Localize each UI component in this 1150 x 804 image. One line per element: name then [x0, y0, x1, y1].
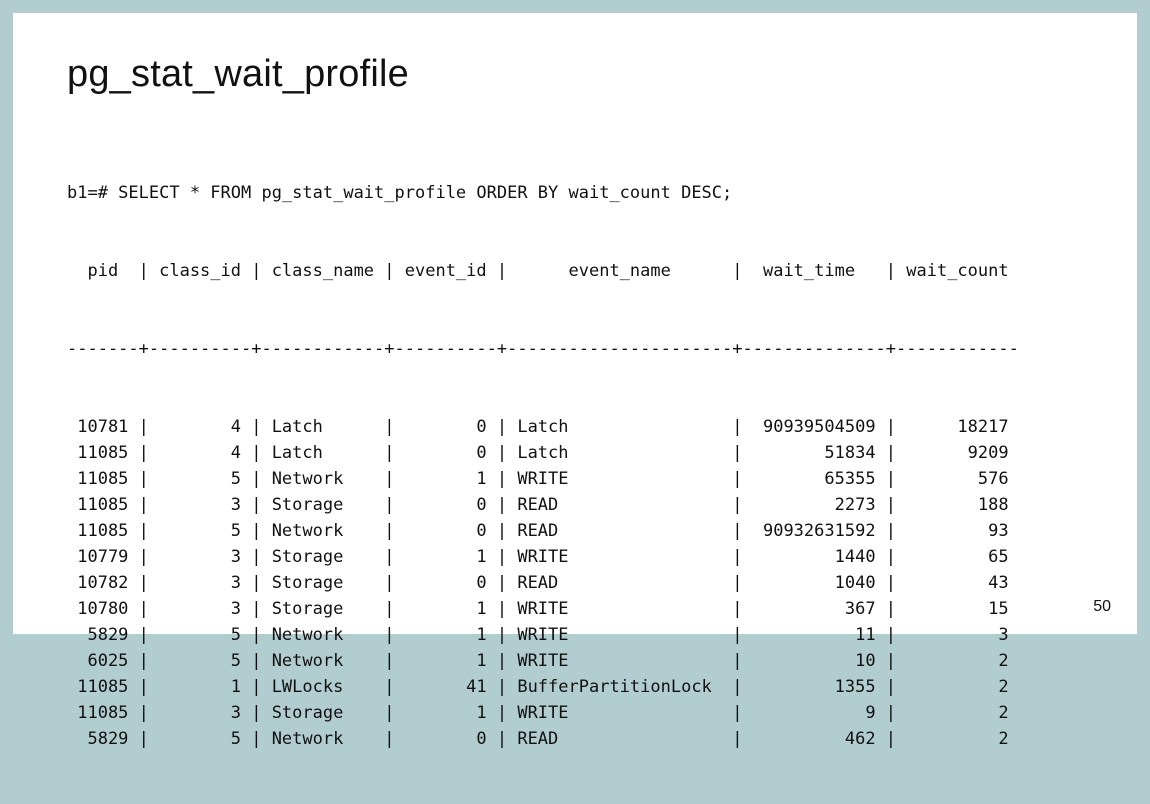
- table-row: 11085 | 1 | LWLocks | 41 | BufferPartiti…: [67, 674, 1083, 700]
- page-number: 50: [1093, 598, 1111, 616]
- sql-query-line: b1=# SELECT * FROM pg_stat_wait_profile …: [67, 180, 1083, 206]
- table-row: 6025 | 5 | Network | 1 | WRITE | 10 | 2: [67, 648, 1083, 674]
- table-row: 11085 | 4 | Latch | 0 | Latch | 51834 | …: [67, 440, 1083, 466]
- table-row: 10780 | 3 | Storage | 1 | WRITE | 367 | …: [67, 596, 1083, 622]
- table-row: 5829 | 5 | Network | 0 | READ | 462 | 2: [67, 726, 1083, 752]
- table-row: 10782 | 3 | Storage | 0 | READ | 1040 | …: [67, 570, 1083, 596]
- table-rows: 10781 | 4 | Latch | 0 | Latch | 90939504…: [67, 414, 1083, 752]
- table-row: 11085 | 5 | Network | 0 | READ | 9093263…: [67, 518, 1083, 544]
- table-header: pid | class_id | class_name | event_id |…: [67, 258, 1083, 284]
- slide-frame: pg_stat_wait_profile b1=# SELECT * FROM …: [13, 13, 1137, 634]
- table-row: 11085 | 3 | Storage | 0 | READ | 2273 | …: [67, 492, 1083, 518]
- table-row: 10779 | 3 | Storage | 1 | WRITE | 1440 |…: [67, 544, 1083, 570]
- table-row: 11085 | 3 | Storage | 1 | WRITE | 9 | 2: [67, 700, 1083, 726]
- table-row: 11085 | 5 | Network | 1 | WRITE | 65355 …: [67, 466, 1083, 492]
- terminal-output: b1=# SELECT * FROM pg_stat_wait_profile …: [67, 128, 1083, 804]
- table-row: 10781 | 4 | Latch | 0 | Latch | 90939504…: [67, 414, 1083, 440]
- table-rule: -------+----------+------------+--------…: [67, 336, 1083, 362]
- slide-title: pg_stat_wait_profile: [67, 53, 1083, 96]
- table-row: 5829 | 5 | Network | 1 | WRITE | 11 | 3: [67, 622, 1083, 648]
